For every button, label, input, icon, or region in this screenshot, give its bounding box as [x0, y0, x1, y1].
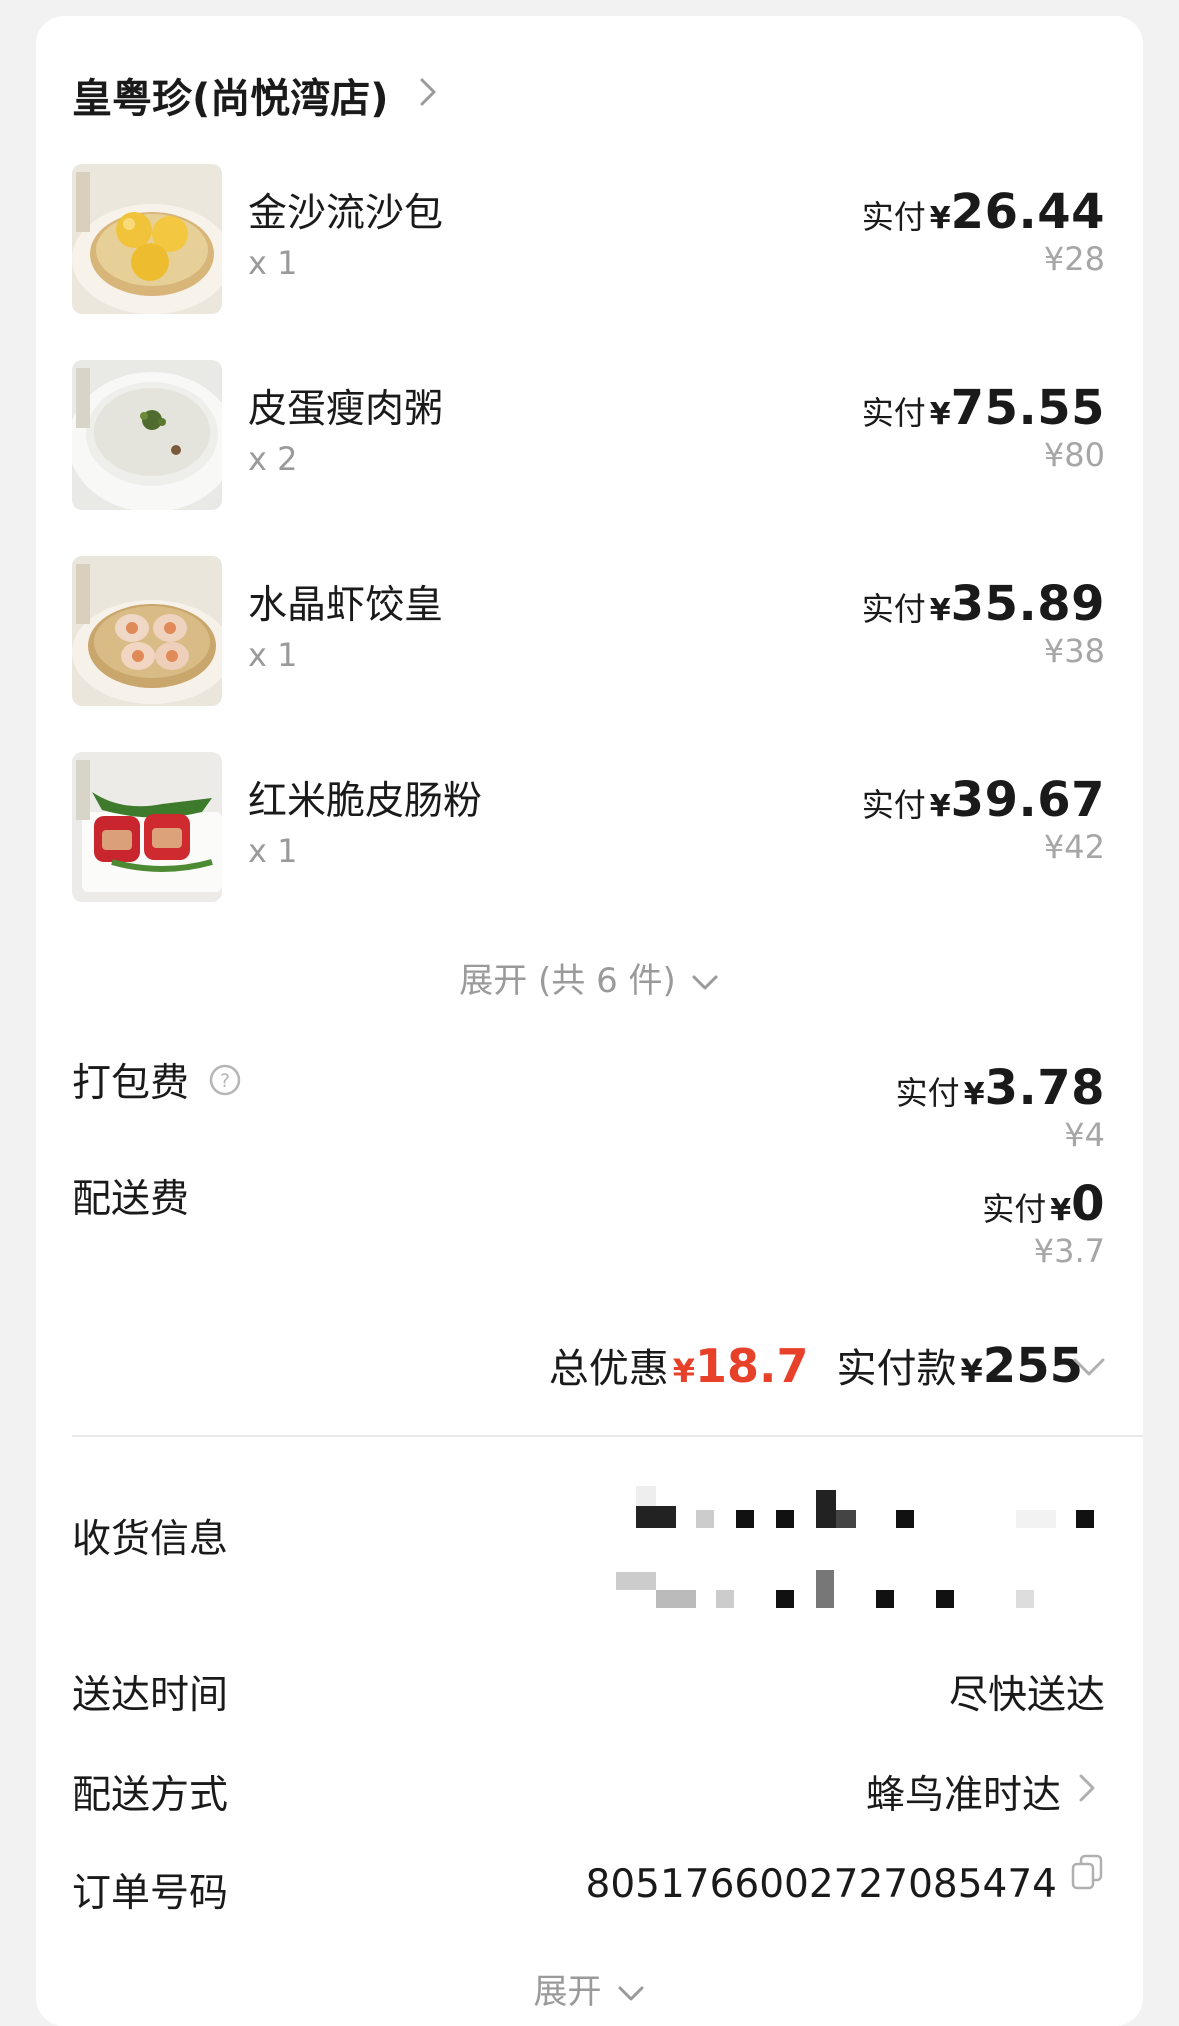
order-summary[interactable]: 总优惠 ¥18.7 实付款 ¥255	[549, 1336, 1083, 1394]
original-price: ¥42	[1043, 828, 1105, 866]
order-number-label: 订单号码	[72, 1871, 229, 1916]
item-name: 金沙流沙包	[248, 191, 444, 236]
item-image-congee[interactable]	[72, 360, 222, 510]
item-price: 实付 ¥26.44	[862, 184, 1105, 240]
order-number-value: 8051766002727085474	[585, 1862, 1057, 1907]
help-circle-icon[interactable]: ?	[208, 1063, 242, 1097]
svg-text:?: ?	[220, 1070, 230, 1092]
item-image-shrimp-dumplings[interactable]	[72, 556, 222, 706]
discount-value: 18.7	[695, 1339, 809, 1393]
pay-label: 实付	[895, 1074, 960, 1112]
chevron-right-icon[interactable]	[410, 72, 446, 112]
order-card: 皇粤珍(尚悦湾店) 金沙流沙包 x 1 实付 ¥26.44 ¥28 皮蛋瘦肉粥 …	[36, 16, 1143, 2026]
discount-currency: ¥	[672, 1352, 696, 1390]
original-price: ¥28	[1043, 240, 1105, 278]
original-price: ¥4	[1064, 1116, 1105, 1154]
item-name: 皮蛋瘦肉粥	[248, 387, 444, 432]
packaging-fee-label: 打包费	[72, 1061, 190, 1106]
delivery-fee-price: 实付 ¥0	[982, 1176, 1105, 1232]
delivery-time-label: 送达时间	[72, 1673, 229, 1718]
currency-symbol: ¥	[929, 201, 951, 236]
currency-symbol: ¥	[929, 789, 951, 824]
total-value: 255	[982, 1338, 1083, 1394]
item-name: 水晶虾饺皇	[248, 583, 444, 628]
expand-details-label: 展开	[533, 1972, 602, 2012]
total-label: 实付款	[836, 1346, 957, 1392]
expand-items-label: 展开 (共 6 件)	[459, 961, 676, 1001]
pay-label: 实付	[982, 1190, 1047, 1228]
currency-symbol: ¥	[929, 397, 951, 432]
pay-label: 实付	[861, 198, 926, 236]
original-price: ¥80	[1043, 436, 1105, 474]
currency-symbol: ¥	[1050, 1193, 1072, 1228]
original-price: ¥38	[1043, 632, 1105, 670]
currency-symbol: ¥	[963, 1077, 985, 1112]
item-image-custard-buns[interactable]	[72, 164, 222, 314]
copy-icon[interactable]	[1069, 1852, 1105, 1892]
currency-symbol: ¥	[929, 593, 951, 628]
expand-details-button[interactable]: 展开	[36, 1964, 1143, 2013]
pay-amount: 3.78	[984, 1060, 1105, 1116]
delivery-time-value: 尽快送达	[948, 1673, 1105, 1718]
divider	[72, 1435, 1143, 1437]
item-price: 实付 ¥75.55	[862, 380, 1105, 436]
total-currency: ¥	[960, 1352, 983, 1390]
item-qty: x 1	[248, 636, 298, 674]
delivery-method-label: 配送方式	[72, 1773, 229, 1818]
pay-amount: 26.44	[950, 184, 1105, 240]
item-qty: x 1	[248, 832, 298, 870]
redacted-address	[616, 1486, 1094, 1608]
expand-items-button[interactable]: 展开 (共 6 件)	[36, 953, 1143, 1002]
pay-label: 实付	[861, 590, 926, 628]
delivery-method-value[interactable]: 蜂鸟准时达	[866, 1764, 1061, 1820]
chevron-down-icon[interactable]	[1069, 1346, 1109, 1386]
discount-label: 总优惠	[548, 1346, 669, 1392]
item-name: 红米脆皮肠粉	[248, 779, 483, 824]
pay-amount: 39.67	[950, 772, 1105, 828]
pay-label: 实付	[861, 394, 926, 432]
pay-amount: 35.89	[950, 576, 1105, 632]
item-price: 实付 ¥39.67	[862, 772, 1105, 828]
pay-amount: 75.55	[950, 380, 1105, 436]
address-label: 收货信息	[72, 1517, 229, 1562]
pay-amount: 0	[1071, 1176, 1105, 1232]
chevron-down-icon	[618, 1986, 643, 2000]
item-qty: x 1	[248, 244, 298, 282]
packaging-fee-price: 实付 ¥3.78	[896, 1060, 1105, 1116]
pay-label: 实付	[861, 786, 926, 824]
chevron-right-icon[interactable]	[1073, 1766, 1101, 1810]
item-price: 实付 ¥35.89	[862, 576, 1105, 632]
original-price: ¥3.7	[1033, 1232, 1105, 1270]
item-image-rice-rolls[interactable]	[72, 752, 222, 902]
item-qty: x 2	[248, 440, 298, 478]
chevron-down-icon	[692, 975, 718, 989]
store-name[interactable]: 皇粤珍(尚悦湾店)	[72, 66, 389, 124]
delivery-fee-label: 配送费	[72, 1177, 190, 1222]
